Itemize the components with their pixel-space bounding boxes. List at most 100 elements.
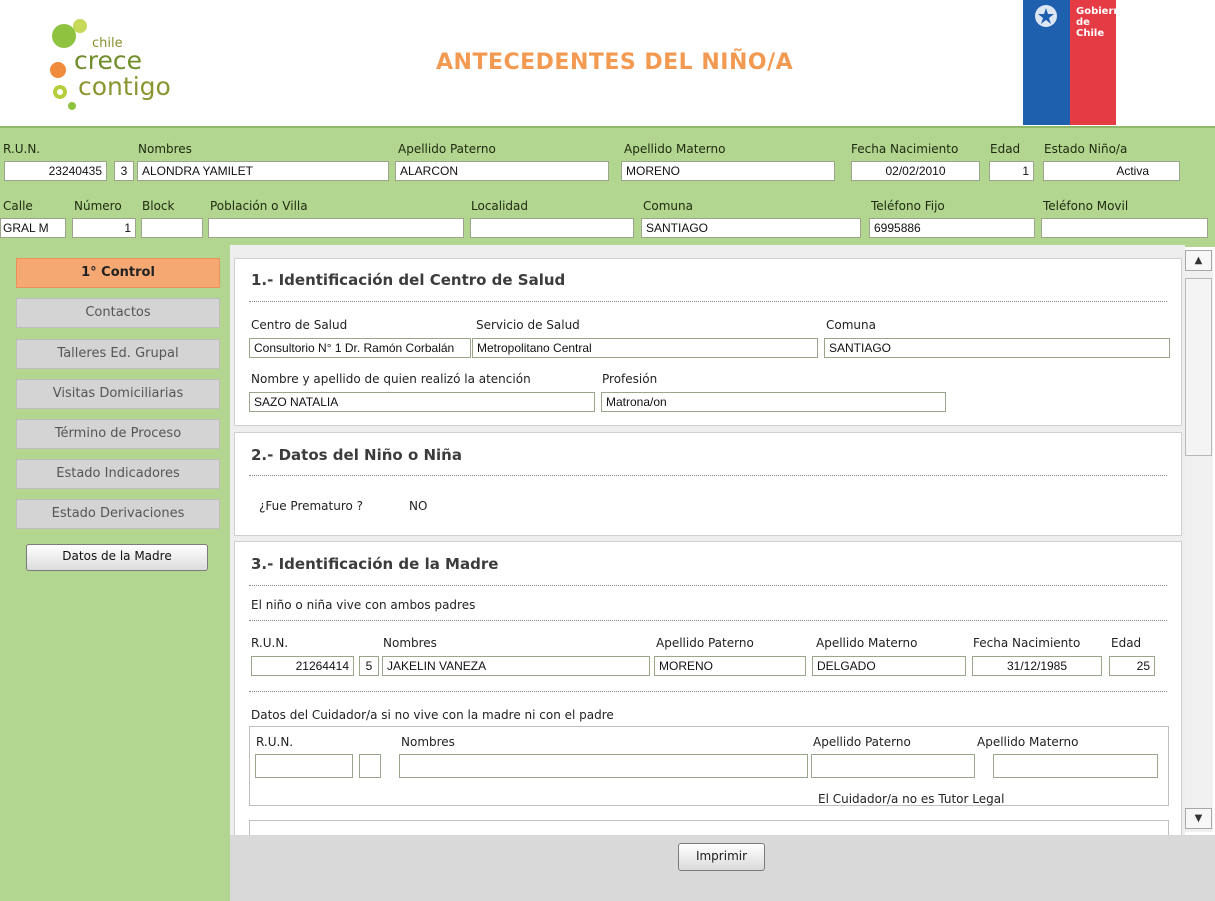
child-estado-field[interactable]: Activa [1043,161,1180,181]
madre-nombres-field[interactable]: JAKELIN VANEZA [382,656,650,676]
label-estado: Estado Niño/a [1044,142,1128,156]
divider [249,301,1167,302]
label-cuidador-run: R.U.N. [256,735,294,749]
child-nombres-field[interactable]: ALONDRA YAMILET [137,161,389,181]
gobierno-logo-text-2: de Chile [1076,17,1105,39]
logo-crece-text: crece [74,46,142,75]
label-ap-materno: Apellido Materno [624,142,726,156]
child-block-field[interactable] [141,218,203,238]
datos-madre-button[interactable]: Datos de la Madre [26,544,208,571]
label-poblacion: Población o Villa [210,199,308,213]
gobierno-logo-blue-band [1023,0,1070,125]
sidebar-item-termino[interactable]: Término de Proceso [16,419,220,449]
label-centro-salud: Centro de Salud [251,318,348,332]
scroll-up-icon[interactable]: ▲ [1185,250,1212,271]
print-button[interactable]: Imprimir [678,843,765,871]
label-block: Block [142,199,175,213]
centro-salud-field[interactable]: Consultorio N° 1 Dr. Ramón Corbalán [249,338,471,358]
child-comuna-field[interactable]: SANTIAGO [641,218,861,238]
sidebar-item-talleres[interactable]: Talleres Ed. Grupal [16,339,220,369]
footer-bar: Imprimir [230,835,1215,901]
section-centro-salud: 1.- Identificación del Centro de Salud C… [234,258,1182,426]
label-madre-ap-materno: Apellido Materno [816,636,918,650]
chile-coat-of-arms-icon [1035,5,1057,27]
label-servicio-salud: Servicio de Salud [476,318,580,332]
cuidador-ap-paterno-field[interactable] [811,754,975,778]
cuidador-run-dv-field[interactable] [359,754,381,778]
cuidador-box: R.U.N. Nombres Apellido Paterno Apellido… [249,726,1169,806]
label-madre-fecha-nac: Fecha Nacimiento [973,636,1081,650]
servicio-salud-field[interactable]: Metropolitano Central [472,338,818,358]
child-edad-field[interactable]: 1 [989,161,1034,181]
cuidador-run-field[interactable] [255,754,353,778]
gobierno-logo-red-band: Gobierno de Chile [1070,0,1127,125]
section-2-title: 2.- Datos del Niño o Niña [251,446,462,464]
label-madre-edad: Edad [1111,636,1142,650]
child-fecha-nac-field[interactable]: 02/02/2010 [851,161,980,181]
sidebar: 1° Control Contactos Talleres Ed. Grupal… [0,245,230,901]
cuidador-tutor-text: El Cuidador/a no es Tutor Legal [818,792,1005,806]
divider [249,585,1167,586]
label-comuna: Comuna [643,199,693,213]
section-1-title: 1.- Identificación del Centro de Salud [251,271,566,289]
label-fecha-nac: Fecha Nacimiento [851,142,959,156]
madre-ap-paterno-field[interactable]: MORENO [654,656,806,676]
label-nombre-atencion: Nombre y apellido de quien realizó la at… [251,372,531,386]
label-madre-run: R.U.N. [251,636,289,650]
label-madre-nombres: Nombres [383,636,437,650]
label-cuidador-ap-materno: Apellido Materno [977,735,1079,749]
child-ap-materno-field[interactable]: MORENO [621,161,835,181]
child-calle-field[interactable]: GRAL M [0,218,66,238]
main-scrollbar[interactable]: ▲ ▼ [1185,250,1213,832]
prematuro-value: NO [409,499,428,513]
section-datos-nino: 2.- Datos del Niño o Niña ¿Fue Prematuro… [234,432,1182,536]
main-content: 1.- Identificación del Centro de Salud C… [230,245,1185,840]
label-tel-fijo: Teléfono Fijo [871,199,945,213]
label-calle: Calle [3,199,33,213]
child-tel-movil-field[interactable] [1041,218,1208,238]
label-cuidador-ap-paterno: Apellido Paterno [813,735,911,749]
comuna-centro-field[interactable]: SANTIAGO [824,338,1170,358]
child-ap-paterno-field[interactable]: ALARCON [395,161,609,181]
cuidador-title: Datos del Cuidador/a si no vive con la m… [251,708,614,722]
cuidador-nombres-field[interactable] [399,754,808,778]
madre-edad-field[interactable]: 25 [1109,656,1155,676]
label-tel-movil: Teléfono Movil [1043,199,1129,213]
scroll-thumb[interactable] [1185,278,1212,456]
scroll-down-icon[interactable]: ▼ [1185,808,1212,829]
label-nombres: Nombres [138,142,192,156]
divider [249,691,1167,692]
label-prematuro: ¿Fue Prematuro ? [259,499,364,513]
madre-run-field[interactable]: 21264414 [251,656,354,676]
madre-ap-materno-field[interactable]: DELGADO [812,656,966,676]
child-run-field[interactable]: 23240435 [4,161,107,181]
divider [249,475,1167,476]
child-localidad-field[interactable] [470,218,634,238]
page-header: chile crece contigo ANTECEDENTES DEL NIÑ… [0,0,1215,126]
crece-contigo-logo: chile crece contigo [40,14,210,114]
cuidador-ap-materno-field[interactable] [993,754,1158,778]
child-numero-field[interactable]: 1 [72,218,136,238]
child-tel-fijo-field[interactable]: 6995886 [869,218,1035,238]
child-run-dv-field[interactable]: 3 [114,161,134,181]
label-comuna-centro: Comuna [826,318,876,332]
sidebar-item-contactos[interactable]: Contactos [16,298,220,328]
logo-contigo-text: contigo [78,72,171,101]
sidebar-item-1-control[interactable]: 1° Control [16,258,220,288]
label-ap-paterno: Apellido Paterno [398,142,496,156]
sidebar-item-derivaciones[interactable]: Estado Derivaciones [16,499,220,529]
label-cuidador-nombres: Nombres [401,735,455,749]
child-info-bar: R.U.N. Nombres Apellido Paterno Apellido… [0,126,1215,247]
page-title: ANTECEDENTES DEL NIÑO/A [436,50,794,75]
madre-fecha-nac-field[interactable]: 31/12/1985 [972,656,1102,676]
nombre-atencion-field[interactable]: SAZO NATALIA [249,392,595,412]
label-localidad: Localidad [471,199,529,213]
child-poblacion-field[interactable] [208,218,464,238]
gobierno-logo-text-1: Gobierno [1076,6,1128,17]
label-numero: Número [74,199,122,213]
sidebar-item-indicadores[interactable]: Estado Indicadores [16,459,220,489]
profesion-field[interactable]: Matrona/on [601,392,946,412]
label-madre-ap-paterno: Apellido Paterno [656,636,754,650]
sidebar-item-visitas[interactable]: Visitas Domiciliarias [16,379,220,409]
madre-run-dv-field[interactable]: 5 [359,656,379,676]
